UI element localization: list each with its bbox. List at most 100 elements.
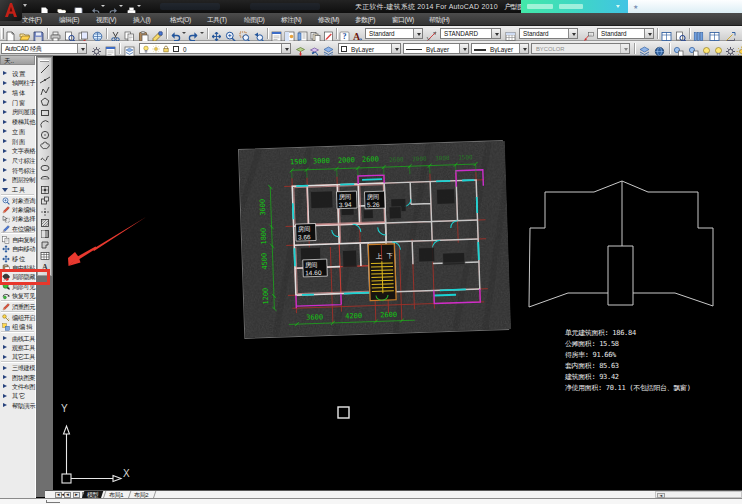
menu-modify[interactable]: 修改(M) xyxy=(318,16,339,25)
qat-new-button[interactable] xyxy=(40,2,51,11)
make-layer-current-button[interactable] xyxy=(295,43,306,54)
new-button[interactable] xyxy=(5,28,16,39)
qat-open-button[interactable] xyxy=(57,2,68,11)
properties-button[interactable] xyxy=(271,28,282,39)
menu-format[interactable]: 格式(O) xyxy=(170,16,191,25)
menu-insert[interactable]: 插入(I) xyxy=(133,16,150,25)
favorites-star-icon[interactable]: ★ xyxy=(633,3,638,10)
layer-previous-button[interactable] xyxy=(309,43,320,54)
application-menu-button[interactable] xyxy=(0,0,22,21)
layer-states-button[interactable] xyxy=(323,43,334,54)
qat-plot-dropdown-icon[interactable] xyxy=(137,5,141,7)
draw-ellipse-arc-button[interactable] xyxy=(40,174,50,184)
draw-make-block-button[interactable] xyxy=(40,196,50,206)
layer-properties-manager-button[interactable] xyxy=(124,43,135,54)
sidebar-item-stairs-other[interactable]: 楼梯其他 xyxy=(0,117,35,127)
draw-insert-block-button[interactable] xyxy=(40,185,50,195)
sidebar-item-settings[interactable]: 设 置 xyxy=(0,69,35,79)
plot-style-combo[interactable]: BYCOLOR xyxy=(531,43,630,54)
pickbox-cursor[interactable] xyxy=(338,407,349,418)
layer-freeze-button[interactable] xyxy=(725,43,736,54)
draw-line-button[interactable] xyxy=(40,64,50,74)
design-center-button[interactable] xyxy=(284,28,295,39)
workspace-settings-button[interactable] xyxy=(91,43,102,54)
menu-window[interactable]: 窗口(W) xyxy=(392,16,414,25)
sidebar-item-wall[interactable]: 墙 体 xyxy=(0,88,35,98)
qat-save-button[interactable] xyxy=(74,2,85,11)
match-properties-button[interactable] xyxy=(152,28,163,39)
menu-draw[interactable]: 绘图(D) xyxy=(244,16,264,25)
sidebar-item-text-table[interactable]: 文字表格 xyxy=(0,146,35,156)
sidebar-item-room-roof[interactable]: 房间屋顶 xyxy=(0,107,35,117)
sidebar-item-grid-column[interactable]: 轴网柱子 xyxy=(0,78,35,88)
layer-lock-icon[interactable] xyxy=(162,45,170,53)
combo-dropdown-icon[interactable] xyxy=(568,29,577,38)
tool-palettes-button[interactable] xyxy=(297,28,308,39)
pan-button[interactable] xyxy=(211,28,222,39)
menu-view[interactable]: 视图(V) xyxy=(96,16,116,25)
sidebar-item-restore-visible[interactable]: 恢复可见 xyxy=(0,291,35,301)
sidebar-item-help-demo[interactable]: 帮助演示 xyxy=(0,400,35,410)
infocenter-search-input[interactable] xyxy=(521,0,628,13)
combo-dropdown-icon[interactable] xyxy=(644,29,653,38)
cut-button[interactable] xyxy=(110,28,121,39)
sidebar-item-door-window[interactable]: 门 窗 xyxy=(0,98,35,108)
annotation-visibility-button[interactable] xyxy=(709,28,720,39)
undo-dropdown-icon[interactable] xyxy=(182,32,186,34)
command-line-area[interactable] xyxy=(0,498,742,504)
menu-edit[interactable]: 编辑(E) xyxy=(59,16,79,25)
paste-button[interactable] xyxy=(138,28,149,39)
drawing-canvas[interactable]: 上 下 1500 3000 2000 2600 xyxy=(53,56,742,490)
table-style-combo[interactable]: Standard xyxy=(519,28,578,39)
workspace-combo[interactable]: AutoCAD 经典 xyxy=(1,43,87,54)
save-button[interactable] xyxy=(33,28,44,39)
plot-button[interactable] xyxy=(50,28,61,39)
3d-dwf-button[interactable] xyxy=(92,28,103,39)
zoom-window-button[interactable] xyxy=(239,28,250,39)
sidebar-item-section[interactable]: 剖 面 xyxy=(0,136,35,146)
sidebar-item-dimension[interactable]: 尺寸标注 xyxy=(0,156,35,166)
combo-dropdown-icon[interactable] xyxy=(519,44,528,53)
draw-table-button[interactable] xyxy=(40,251,50,261)
multileader-style-icon[interactable] xyxy=(583,28,594,39)
my-workspace-button[interactable] xyxy=(105,43,116,54)
layer-thaw-button[interactable] xyxy=(736,43,742,54)
table-style-icon[interactable] xyxy=(505,28,516,39)
dim-style-combo[interactable]: STANDARD xyxy=(440,28,501,39)
layer-isolate-button[interactable] xyxy=(688,43,699,54)
viewport-button[interactable] xyxy=(661,28,672,39)
draw-hatch-button[interactable] xyxy=(40,218,50,228)
layer-on-bulb-icon[interactable] xyxy=(142,45,150,53)
layer-combo[interactable]: 0 xyxy=(139,43,291,54)
sidebar-item-remove-duplicates[interactable]: 消重图元 xyxy=(0,302,35,312)
redo-dropdown-icon[interactable] xyxy=(200,32,204,34)
screen-menu-header[interactable]: 天.. xyxy=(0,55,35,65)
linetype-combo[interactable]: ByLayer xyxy=(403,43,469,54)
draw-region-button[interactable] xyxy=(40,240,50,250)
combo-dropdown-icon[interactable] xyxy=(491,29,500,38)
etransmit-button[interactable] xyxy=(639,43,650,54)
combo-dropdown-icon[interactable] xyxy=(459,44,468,53)
menu-parameters[interactable]: 参数(P) xyxy=(355,16,375,25)
horizontal-scrollbar[interactable]: ◄ xyxy=(655,491,742,498)
draw-circle-button[interactable] xyxy=(40,130,50,140)
zoom-previous-button[interactable] xyxy=(253,28,264,39)
redo-button[interactable] xyxy=(188,28,199,39)
sidebar-item-elevation[interactable]: 立 面 xyxy=(0,127,35,137)
plot-preview-button[interactable] xyxy=(64,28,75,39)
menu-tools[interactable]: 工具(T) xyxy=(207,16,227,25)
help-button[interactable] xyxy=(339,28,350,39)
draw-revision-cloud-button[interactable] xyxy=(40,141,50,151)
qat-redo-dropdown-icon[interactable] xyxy=(119,5,123,7)
color-combo[interactable]: ByLayer xyxy=(338,43,401,54)
draw-spline-button[interactable] xyxy=(40,152,50,162)
markup-set-manager-button[interactable] xyxy=(323,28,334,39)
qat-undo-dropdown-icon[interactable] xyxy=(101,5,105,7)
draw-rectangle-button[interactable] xyxy=(40,108,50,118)
text-style-combo[interactable]: Standard xyxy=(365,28,423,39)
combo-dropdown-icon[interactable] xyxy=(77,44,86,53)
sidebar-item-other-tools[interactable]: 其它工具 xyxy=(0,352,35,362)
text-style-icon[interactable] xyxy=(352,28,363,39)
draw-gradient-button[interactable] xyxy=(40,229,50,239)
layer-off-button[interactable] xyxy=(673,43,684,54)
